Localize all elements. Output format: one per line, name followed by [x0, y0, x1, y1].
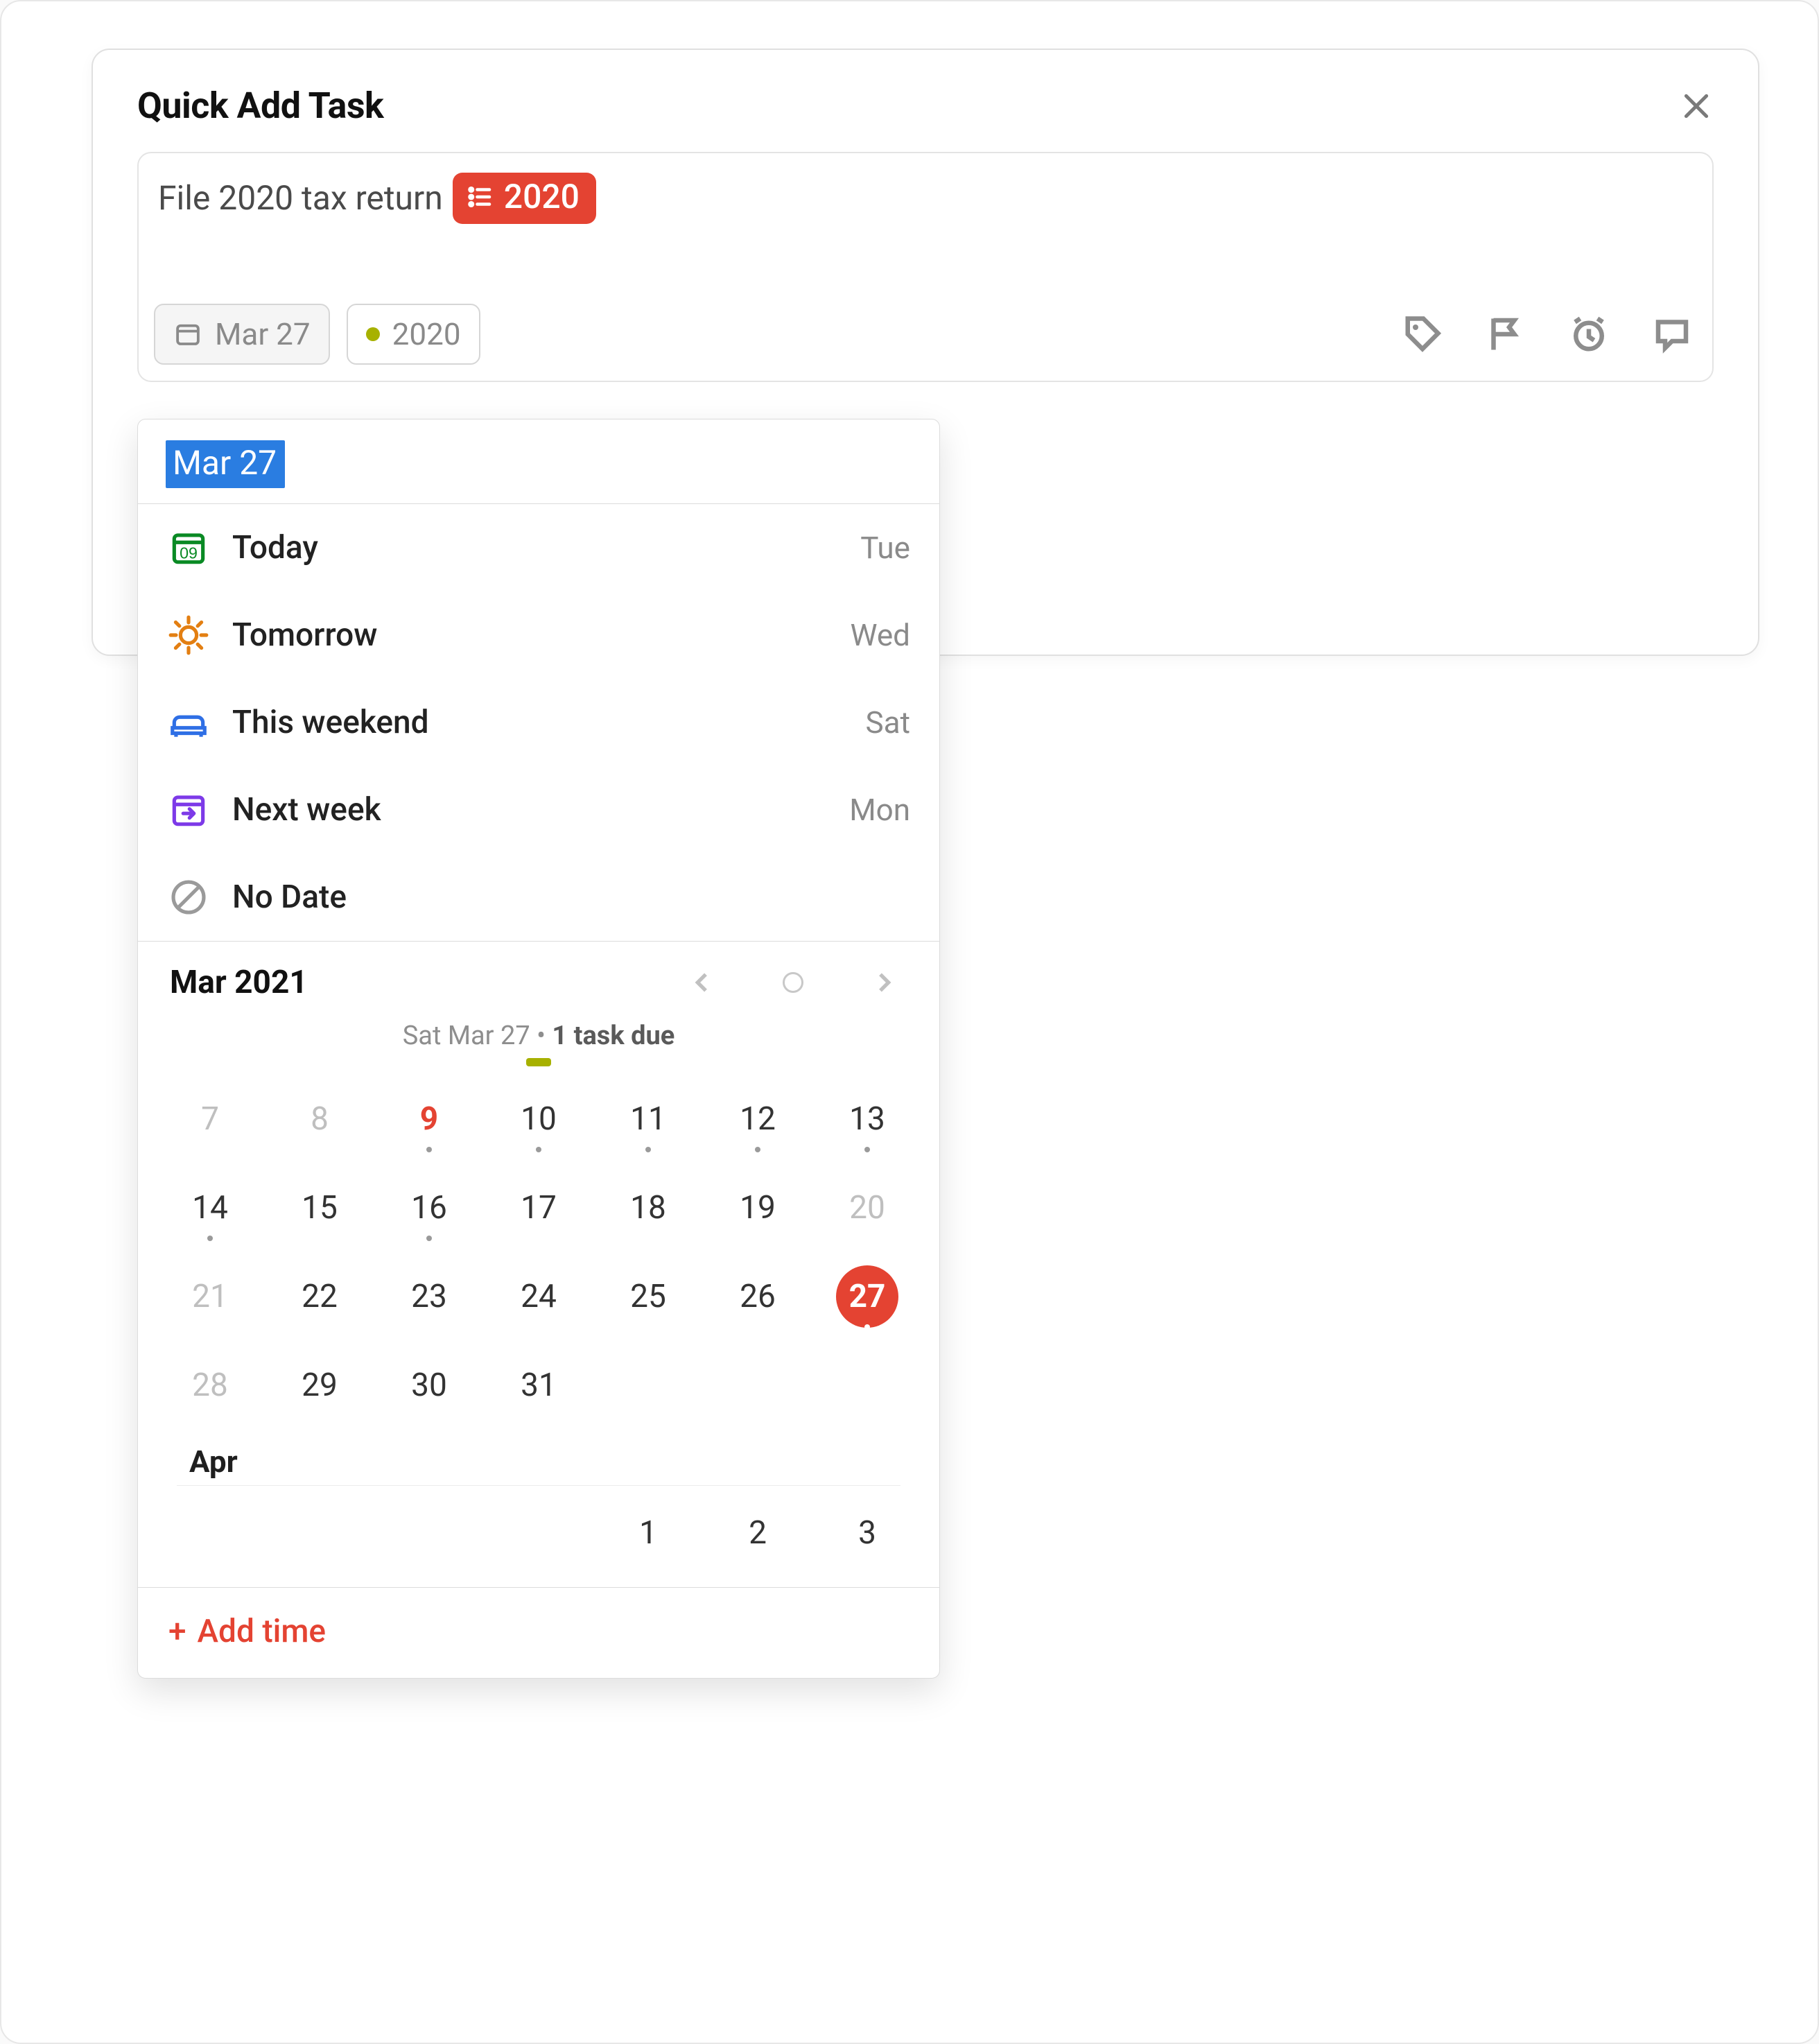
- date-pill[interactable]: Mar 27: [154, 304, 330, 365]
- quick-pick-tomorrow[interactable]: Tomorrow Wed: [138, 591, 939, 679]
- calendar-task-marker: [526, 1058, 551, 1066]
- calendar-day-empty: [162, 1489, 259, 1577]
- quick-pick-nodate[interactable]: No Date: [138, 854, 939, 941]
- tomorrow-icon: [167, 614, 210, 657]
- calendar-day-2[interactable]: 2: [709, 1489, 806, 1577]
- quick-pick-nextweek[interactable]: Next week Mon: [138, 766, 939, 854]
- list-icon: [465, 182, 494, 211]
- project-pill-label: 2020: [392, 316, 461, 352]
- calendar-day-3[interactable]: 3: [819, 1489, 916, 1577]
- quick-pick-label: This weekend: [232, 704, 429, 741]
- calendar-day-empty: [271, 1489, 368, 1577]
- calendar-day-14[interactable]: 14: [162, 1163, 259, 1252]
- calendar-next-month-label: Apr: [157, 1430, 920, 1481]
- calendar-day-29[interactable]: 29: [271, 1341, 368, 1430]
- calendar-day-9[interactable]: 9: [381, 1075, 478, 1163]
- calendar-day-27[interactable]: 27: [819, 1252, 916, 1341]
- quick-pick-label: Next week: [232, 791, 381, 829]
- quick-pick-weekend[interactable]: This weekend Sat: [138, 679, 939, 766]
- nextweek-icon: [167, 788, 210, 831]
- add-time-label: Add time: [198, 1613, 327, 1650]
- calendar-day-19[interactable]: 19: [709, 1163, 806, 1252]
- alarm-icon[interactable]: [1568, 313, 1610, 355]
- calendar-day-empty: [819, 1341, 916, 1430]
- calendar-day-24[interactable]: 24: [490, 1252, 587, 1341]
- project-chip[interactable]: 2020: [453, 173, 596, 224]
- date-search-row[interactable]: Mar 27: [138, 419, 939, 504]
- calendar-day-22[interactable]: 22: [271, 1252, 368, 1341]
- quick-pick-today[interactable]: 09 Today Tue: [138, 504, 939, 591]
- task-text: File 2020 tax return: [158, 178, 443, 218]
- calendar-day-10[interactable]: 10: [490, 1075, 587, 1163]
- quick-pick-label: No Date: [232, 878, 347, 916]
- calendar-day-20[interactable]: 20: [819, 1163, 916, 1252]
- calendar-day-26[interactable]: 26: [709, 1252, 806, 1341]
- project-dot-icon: [366, 327, 380, 341]
- calendar-day-17[interactable]: 17: [490, 1163, 587, 1252]
- calendar-today-icon[interactable]: [783, 972, 803, 993]
- calendar-prev-icon[interactable]: [688, 969, 716, 996]
- calendar-day-30[interactable]: 30: [381, 1341, 478, 1430]
- calendar-day-empty: [381, 1489, 478, 1577]
- calendar-day-23[interactable]: 23: [381, 1252, 478, 1341]
- quick-pick-day: Tue: [860, 530, 910, 566]
- close-icon[interactable]: [1679, 89, 1714, 123]
- quick-pick-day: Wed: [850, 617, 910, 653]
- calendar-day-empty: [600, 1341, 697, 1430]
- add-time-button[interactable]: + Add time: [138, 1588, 939, 1678]
- calendar-day-empty: [709, 1341, 806, 1430]
- tag-icon[interactable]: [1402, 313, 1443, 355]
- calendar-day-13[interactable]: 13: [819, 1075, 916, 1163]
- calendar-day-21[interactable]: 21: [162, 1252, 259, 1341]
- calendar-day-28[interactable]: 28: [162, 1341, 259, 1430]
- calendar-day-empty: [490, 1489, 587, 1577]
- modal-title: Quick Add Task: [137, 85, 383, 127]
- calendar-day-12[interactable]: 12: [709, 1075, 806, 1163]
- calendar-day-18[interactable]: 18: [600, 1163, 697, 1252]
- calendar-icon: [173, 320, 202, 349]
- date-picker-popover: Mar 27 09 Today Tue Tomorrow Wed This weekend…: [137, 419, 940, 1679]
- calendar-day-31[interactable]: 31: [490, 1341, 587, 1430]
- calendar-day-25[interactable]: 25: [600, 1252, 697, 1341]
- quick-pick-label: Today: [232, 529, 318, 566]
- calendar-next-icon[interactable]: [870, 969, 898, 996]
- plus-icon: +: [168, 1613, 186, 1650]
- project-pill[interactable]: 2020: [347, 304, 480, 365]
- comment-icon[interactable]: [1651, 313, 1693, 355]
- calendar-day-8[interactable]: 8: [271, 1075, 368, 1163]
- svg-text:09: 09: [180, 544, 198, 562]
- flag-icon[interactable]: [1485, 313, 1526, 355]
- calendar-selected-info: Sat Mar 27 • 1 task due: [138, 1008, 939, 1054]
- weekend-icon: [167, 701, 210, 744]
- calendar-day-7[interactable]: 7: [162, 1075, 259, 1163]
- calendar-day-1[interactable]: 1: [600, 1489, 697, 1577]
- task-input-box[interactable]: File 2020 tax return 2020 Mar 27: [137, 152, 1714, 382]
- date-pill-label: Mar 27: [215, 316, 311, 352]
- nodate-icon: [167, 876, 210, 919]
- date-search-token: Mar 27: [166, 440, 285, 488]
- quick-pick-label: Tomorrow: [232, 616, 377, 654]
- calendar-day-16[interactable]: 16: [381, 1163, 478, 1252]
- quick-pick-day: Sat: [866, 704, 910, 740]
- calendar-month-label: Mar 2021: [170, 964, 308, 1001]
- project-chip-label: 2020: [504, 177, 580, 217]
- quick-pick-day: Mon: [849, 792, 910, 828]
- calendar-day-15[interactable]: 15: [271, 1163, 368, 1252]
- calendar-day-11[interactable]: 11: [600, 1075, 697, 1163]
- today-icon: 09: [167, 526, 210, 569]
